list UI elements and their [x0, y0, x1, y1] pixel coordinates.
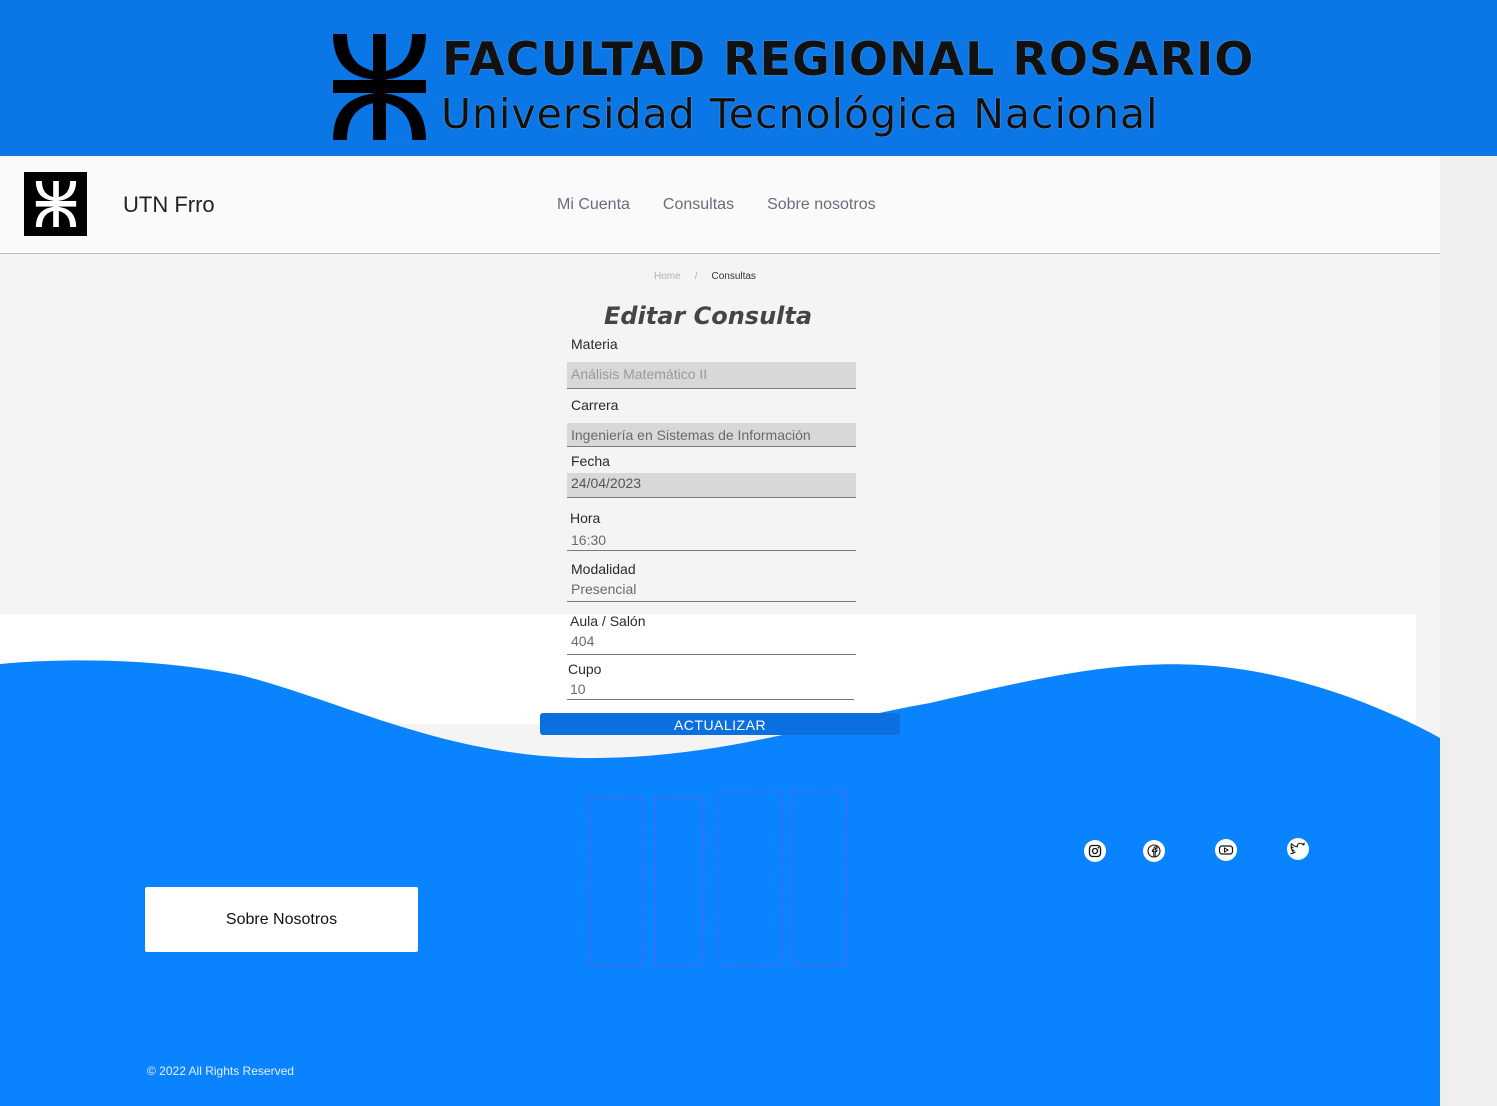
- nav-link-mi-cuenta[interactable]: Mi Cuenta: [557, 196, 630, 214]
- hora-value: 16:30: [571, 532, 607, 548]
- youtube-icon[interactable]: [1215, 839, 1237, 861]
- nav-link-sobre-nosotros[interactable]: Sobre nosotros: [767, 196, 876, 214]
- utn-logo: [333, 34, 426, 140]
- twitter-icon[interactable]: [1287, 838, 1309, 860]
- nav-link-consultas[interactable]: Consultas: [663, 196, 734, 214]
- footer-placeholder-column: [588, 796, 644, 965]
- materia-value: Análisis Matemático II: [571, 366, 708, 382]
- footer-placeholder-column: [654, 796, 704, 965]
- fecha-value: 24/04/2023: [571, 475, 642, 491]
- nav-brand[interactable]: UTN Frro: [123, 192, 215, 218]
- banner-subtitle: Universidad Tecnológica Nacional: [441, 90, 1159, 138]
- sobre-nosotros-button[interactable]: Sobre Nosotros: [145, 887, 418, 952]
- university-banner: FACULTAD REGIONAL ROSARIO Universidad Te…: [0, 0, 1497, 156]
- utn-logo-icon: [35, 181, 77, 227]
- actualizar-button[interactable]: ACTUALIZAR: [540, 713, 900, 735]
- modalidad-input[interactable]: Presencial: [567, 580, 856, 602]
- cupo-input[interactable]: 10: [567, 680, 854, 700]
- instagram-icon[interactable]: [1084, 840, 1106, 862]
- page-side-strip: [1440, 156, 1497, 1106]
- hora-input[interactable]: 16:30: [567, 530, 856, 551]
- footer-placeholder-column: [717, 790, 781, 965]
- carrera-label: Carrera: [571, 397, 619, 413]
- copyright-text: © 2022 All Rights Reserved: [147, 1064, 294, 1078]
- nav-links: Mi Cuenta Consultas Sobre nosotros: [557, 196, 876, 214]
- carrera-input[interactable]: Ingeniería en Sistemas de Información: [567, 423, 856, 447]
- materia-input[interactable]: Análisis Matemático II: [567, 362, 856, 389]
- modalidad-value: Presencial: [571, 581, 637, 597]
- aula-input[interactable]: 404: [567, 632, 856, 655]
- carrera-value: Ingeniería en Sistemas de Información: [571, 427, 811, 443]
- fecha-input[interactable]: 24/04/2023: [567, 473, 856, 498]
- breadcrumb: Home / Consultas: [654, 271, 756, 282]
- facebook-icon[interactable]: [1143, 840, 1165, 862]
- cupo-label: Cupo: [568, 661, 602, 677]
- aula-value: 404: [571, 633, 595, 649]
- hora-label: Hora: [570, 510, 601, 526]
- top-navbar: UTN Frro Mi Cuenta Consultas Sobre nosot…: [0, 156, 1440, 254]
- modalidad-label: Modalidad: [571, 561, 636, 577]
- cupo-value: 10: [570, 681, 586, 697]
- breadcrumb-current: Consultas: [711, 271, 756, 282]
- fecha-label: Fecha: [571, 453, 610, 469]
- banner-title: FACULTAD REGIONAL ROSARIO: [442, 32, 1255, 86]
- breadcrumb-separator: /: [694, 271, 698, 282]
- aula-label: Aula / Salón: [570, 613, 646, 629]
- form-title: Editar Consulta: [603, 302, 813, 330]
- nav-logo[interactable]: [24, 172, 87, 236]
- materia-label: Materia: [571, 336, 618, 352]
- footer-placeholder-column: [792, 790, 848, 965]
- breadcrumb-home[interactable]: Home: [654, 271, 681, 282]
